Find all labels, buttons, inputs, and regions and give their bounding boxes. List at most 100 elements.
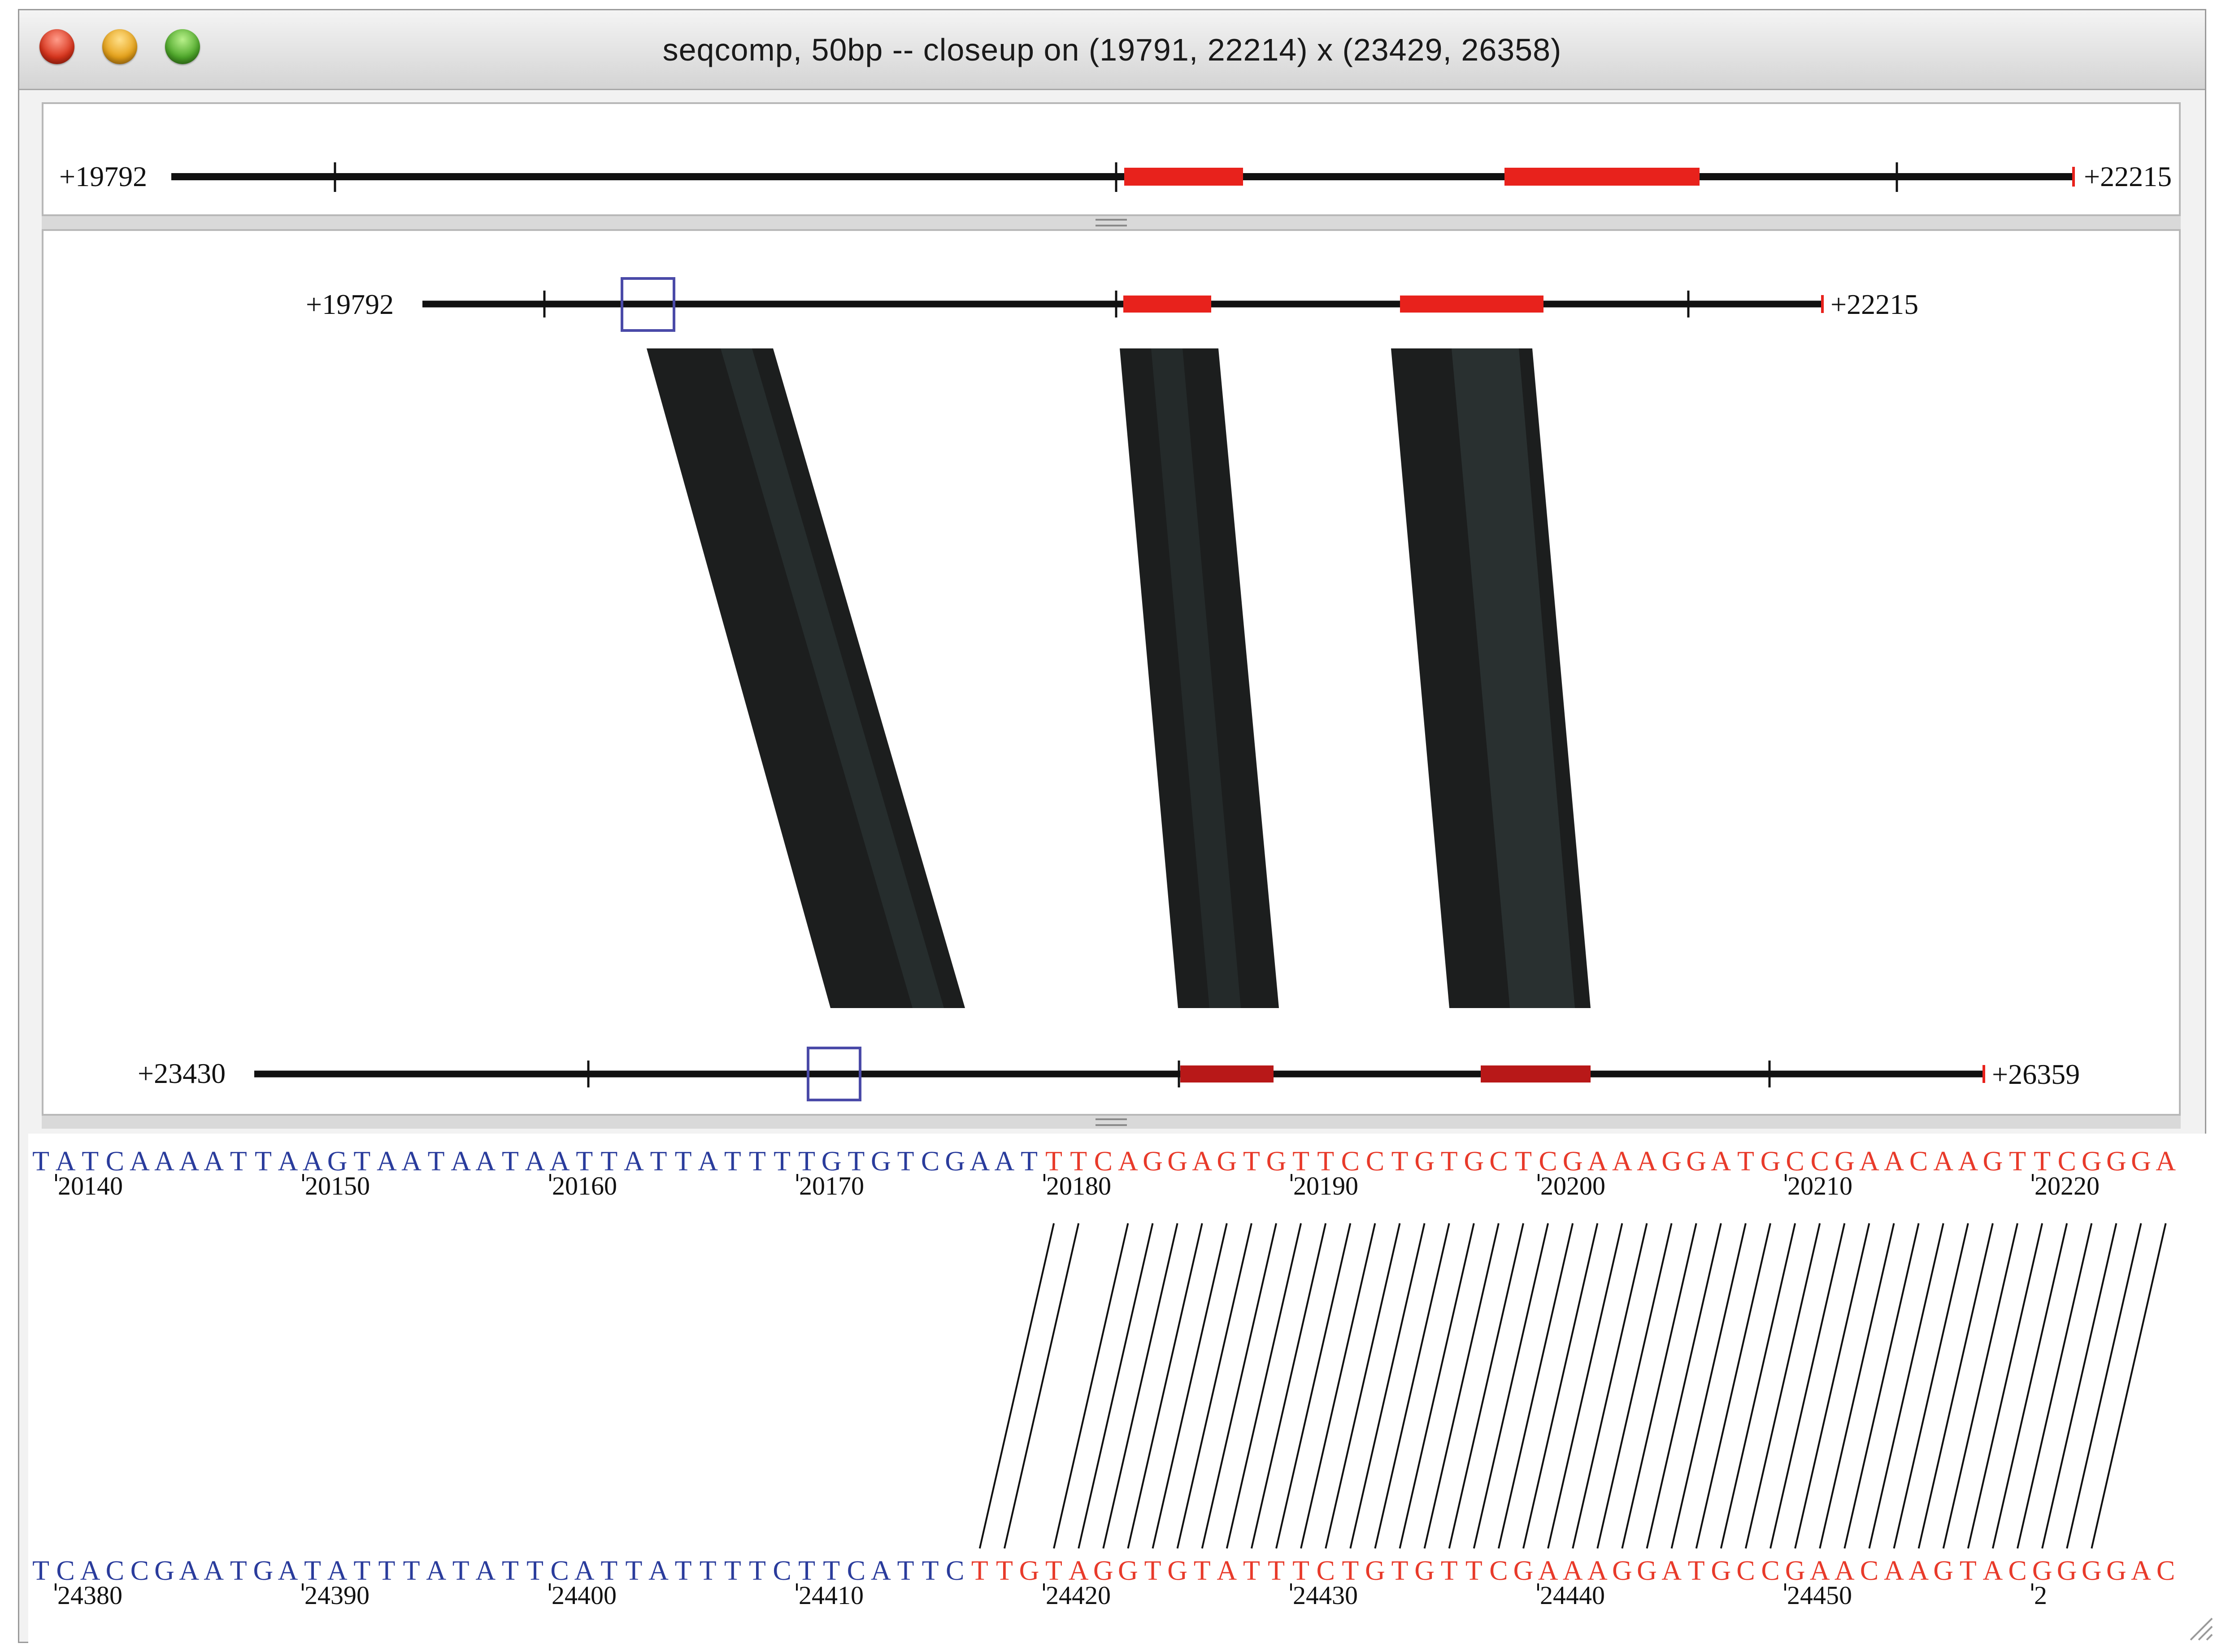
bottom-base: C xyxy=(2008,1556,2026,1586)
top-start-label: +19792 xyxy=(306,288,394,320)
top-base: A xyxy=(179,1146,199,1177)
bottom-base: T xyxy=(724,1556,741,1586)
top-base: C xyxy=(1909,1146,1928,1177)
top-base: T xyxy=(897,1146,914,1177)
base-match-line xyxy=(1769,1223,1846,1549)
bottom-base: G xyxy=(1019,1556,1039,1586)
overview-feature-block[interactable] xyxy=(1504,168,1700,186)
base-match-line xyxy=(1152,1223,1228,1549)
resize-grip-icon[interactable] xyxy=(2182,1609,2213,1641)
bottom-base: A xyxy=(871,1556,891,1586)
top-base: G xyxy=(1266,1146,1287,1177)
top-position-label: 20190 xyxy=(1293,1171,1358,1200)
base-match-line xyxy=(1942,1223,2018,1549)
top-base: A xyxy=(130,1146,150,1177)
top-base: T xyxy=(1515,1146,1532,1177)
top-position-label: 20160 xyxy=(552,1171,617,1200)
top-base: A xyxy=(698,1146,718,1177)
bottom-base: G xyxy=(1711,1556,1731,1586)
bottom-start-label: +23430 xyxy=(138,1057,226,1089)
top-position-label: 20180 xyxy=(1046,1171,1111,1200)
top-base: A xyxy=(204,1146,224,1177)
top-base: T xyxy=(1021,1146,1038,1177)
bottom-base: C xyxy=(1761,1556,1779,1586)
top-position-label: 20140 xyxy=(58,1171,123,1200)
base-match-line xyxy=(1399,1223,1475,1549)
base-match-line xyxy=(1819,1223,1895,1549)
base-match-line xyxy=(1572,1223,1648,1549)
base-match-lines xyxy=(978,1223,2167,1549)
top-base: A xyxy=(154,1146,174,1177)
bottom-base: T xyxy=(1688,1556,1705,1586)
bottom-base: A xyxy=(1909,1556,1929,1586)
bottom-base: T xyxy=(1194,1556,1211,1586)
top-base: G xyxy=(1983,1146,2003,1177)
base-match-line xyxy=(1374,1223,1450,1549)
overview-split-handle[interactable] xyxy=(42,216,2181,229)
sequence-split-handle[interactable] xyxy=(42,1116,2181,1129)
sequence-alignment-view: TATCAAAATTAAGTAATAATAATTATTATTTTGTGTCGAA… xyxy=(32,1146,2176,1610)
base-match-line xyxy=(1127,1223,1203,1549)
top-base: T xyxy=(502,1146,519,1177)
alignment-band[interactable] xyxy=(647,348,965,1008)
top-base: T xyxy=(1391,1146,1409,1177)
top-base: T xyxy=(774,1146,791,1177)
bottom-base: G xyxy=(1414,1556,1435,1586)
base-match-line xyxy=(1448,1223,1524,1549)
top-base: T xyxy=(675,1146,692,1177)
title-bar[interactable]: seqcomp, 50bp -- closeup on (19791, 2221… xyxy=(19,10,2205,90)
top-base: A xyxy=(451,1146,471,1177)
base-match-line xyxy=(1201,1223,1277,1549)
bottom-base: T xyxy=(675,1556,692,1586)
bottom-feature-block[interactable] xyxy=(1481,1065,1591,1082)
base-match-line xyxy=(1497,1223,1574,1549)
base-match-line xyxy=(2041,1223,2117,1549)
top-base: G xyxy=(871,1146,891,1177)
top-base: C xyxy=(1489,1146,1508,1177)
overview-feature-block[interactable] xyxy=(1124,168,1243,186)
bottom-position-label: 24410 xyxy=(799,1581,864,1610)
base-match-line xyxy=(1621,1223,1697,1549)
bottom-base: A xyxy=(278,1556,298,1586)
top-base: T xyxy=(255,1146,272,1177)
base-match-line xyxy=(1473,1223,1549,1549)
base-match-line xyxy=(1522,1223,1599,1549)
base-match-line xyxy=(1547,1223,1623,1549)
base-match-line xyxy=(1917,1223,1994,1549)
window-title: seqcomp, 50bp -- closeup on (19791, 2221… xyxy=(662,32,1562,67)
bottom-base: A xyxy=(426,1556,446,1586)
top-base: T xyxy=(650,1146,667,1177)
top-base: A xyxy=(1612,1146,1632,1177)
bottom-base: C xyxy=(946,1556,964,1586)
bottom-feature-block[interactable] xyxy=(1180,1065,1274,1082)
base-match-line xyxy=(1720,1223,1796,1549)
bottom-position-label: 24380 xyxy=(57,1581,122,1610)
top-base: T xyxy=(2009,1146,2026,1177)
top-base: A xyxy=(1711,1146,1731,1177)
top-base: A xyxy=(970,1146,990,1177)
overview-start-label: +19792 xyxy=(59,161,147,192)
top-feature-block[interactable] xyxy=(1400,296,1543,313)
alignment-pane[interactable]: +19792 +22215 +23430 +26359 xyxy=(42,229,2181,1116)
top-position-label: 20200 xyxy=(1540,1171,1605,1200)
bottom-position-label: 24440 xyxy=(1540,1581,1605,1610)
base-match-line xyxy=(2066,1223,2142,1549)
base-match-line xyxy=(1967,1223,2043,1549)
base-match-line xyxy=(1670,1223,1747,1549)
bottom-end-label: +26359 xyxy=(1992,1058,2080,1090)
bottom-base: A xyxy=(1983,1556,2003,1586)
sequence-panel[interactable]: TATCAAAATTAAGTAATAATAATTATTATTTTGTGTCGAA… xyxy=(28,1134,2217,1644)
top-base: A xyxy=(401,1146,422,1177)
top-end-label: +22215 xyxy=(1830,288,1918,320)
top-feature-block[interactable] xyxy=(1123,296,1211,313)
base-match-line xyxy=(2091,1223,2167,1549)
overview-pane[interactable]: +19792 +22215 xyxy=(42,102,2181,216)
bottom-base: T xyxy=(1441,1556,1458,1586)
top-position-label: 20150 xyxy=(305,1171,370,1200)
bottom-position-label: 24420 xyxy=(1046,1581,1111,1610)
bottom-base: T xyxy=(1144,1556,1161,1586)
bottom-position-label: 24430 xyxy=(1293,1581,1358,1610)
bottom-base: G xyxy=(1513,1556,1534,1586)
base-match-line xyxy=(2017,1223,2093,1549)
top-base: G xyxy=(1761,1146,1781,1177)
